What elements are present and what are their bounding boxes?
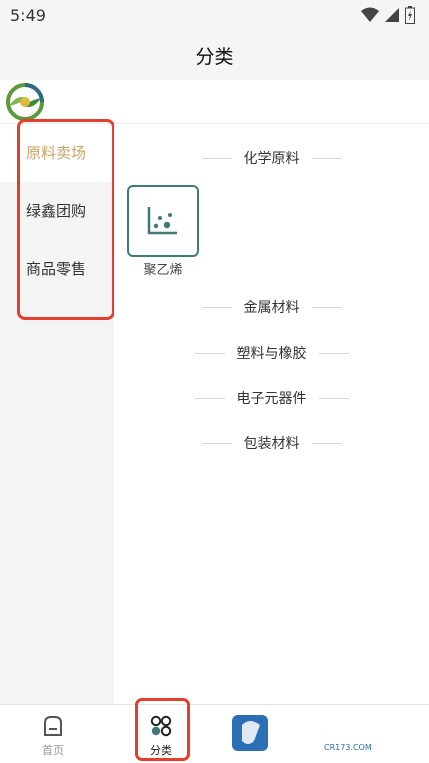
sidebar-highlight-box	[17, 119, 115, 320]
nav-highlight-box	[135, 698, 190, 761]
category-title: 化学原料	[243, 151, 300, 167]
divider	[311, 306, 342, 308]
scatter-chart-icon	[147, 207, 177, 235]
divider	[311, 157, 342, 159]
status-icons	[361, 6, 415, 24]
signal-icon	[385, 8, 399, 22]
category-title: 金属材料	[243, 300, 300, 316]
category-heading-plastic[interactable]: 塑料与橡胶	[114, 341, 429, 365]
divider	[201, 442, 232, 444]
brand-logo	[6, 83, 44, 121]
category-heading-chemical: 化学原料	[114, 146, 429, 170]
watermark-subtext: CR173.COM	[324, 743, 372, 752]
wifi-icon	[361, 7, 379, 22]
watermark-text: 西西软件园	[272, 720, 367, 743]
divider	[201, 306, 232, 308]
product-image	[127, 185, 199, 257]
divider	[318, 397, 349, 399]
watermark-logo: 西西软件园 CR173.COM	[232, 715, 372, 752]
product-card[interactable]: 聚乙烯	[127, 185, 201, 278]
battery-icon	[405, 6, 415, 24]
category-content: 化学原料 聚乙烯 金属材料 塑料与橡胶 电子元器件 包装材料	[114, 124, 429, 704]
header: 分类	[0, 32, 429, 80]
category-title: 电子元器件	[236, 391, 307, 407]
home-icon	[44, 716, 62, 736]
category-heading-electronic[interactable]: 电子元器件	[114, 386, 429, 410]
category-heading-metal[interactable]: 金属材料	[114, 295, 429, 319]
category-title: 包装材料	[243, 436, 300, 452]
divider	[201, 157, 232, 159]
divider	[194, 352, 225, 354]
status-bar: 5:49	[0, 0, 429, 32]
logo-row	[0, 80, 429, 124]
divider	[318, 352, 349, 354]
category-heading-packaging[interactable]: 包装材料	[114, 431, 429, 455]
product-name: 聚乙烯	[143, 263, 183, 278]
page-title: 分类	[195, 46, 234, 68]
status-time: 5:49	[10, 6, 46, 25]
divider	[194, 397, 225, 399]
nav-label: 首页	[42, 744, 64, 757]
nav-item-home[interactable]: 首页	[8, 705, 98, 763]
category-title: 塑料与橡胶	[236, 346, 307, 362]
divider	[311, 442, 342, 444]
